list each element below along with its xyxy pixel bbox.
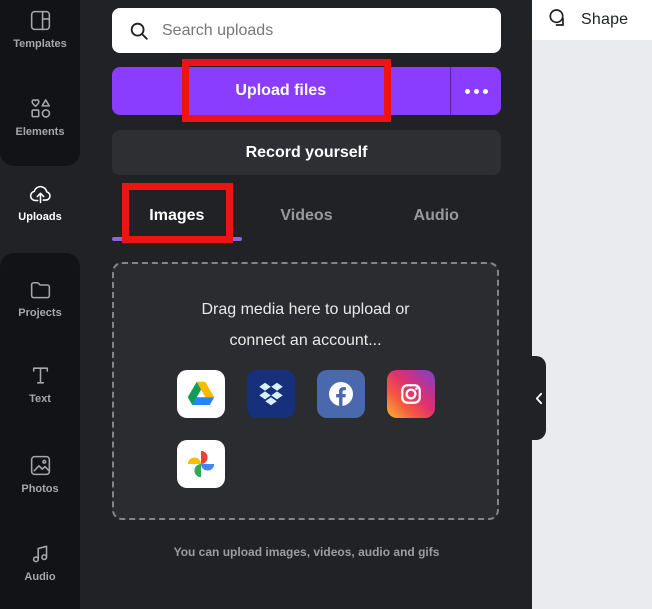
sidebar-item-text[interactable]: Text: [0, 363, 80, 405]
upload-dropzone[interactable]: Drag media here to upload or connect an …: [112, 262, 499, 520]
sidebar-item-label: Templates: [13, 38, 67, 50]
canvas-background: [532, 0, 652, 609]
more-options-button[interactable]: [451, 67, 501, 115]
upload-files-button[interactable]: Upload files: [112, 67, 450, 115]
sidebar-item-label: Uploads: [18, 211, 62, 223]
dropzone-text: Drag media here to upload or connect an …: [201, 301, 410, 349]
uploads-icon: [29, 185, 51, 204]
sidebar-item-audio[interactable]: Audio: [0, 541, 80, 583]
projects-icon: [30, 281, 50, 299]
sidebar-item-photos[interactable]: Photos: [0, 453, 80, 495]
chevron-left-icon: [535, 392, 543, 404]
tab-videos[interactable]: Videos: [242, 190, 372, 241]
record-yourself-button[interactable]: Record yourself: [112, 130, 501, 175]
connect-account-icons: [176, 370, 435, 488]
connect-google-drive-button[interactable]: [176, 370, 225, 418]
google-drive-icon: [187, 381, 214, 405]
connect-google-photos-button[interactable]: [176, 440, 225, 488]
tab-audio[interactable]: Audio: [371, 190, 501, 241]
facebook-icon: [328, 382, 353, 407]
search-box: [112, 8, 501, 53]
search-icon: [130, 22, 148, 40]
sidebar-item-projects[interactable]: Projects: [0, 277, 80, 319]
more-options-icon: [464, 88, 470, 94]
connect-facebook-button[interactable]: [316, 370, 365, 418]
sidebar-item-label: Projects: [18, 307, 62, 319]
sidebar-item-uploads[interactable]: Uploads: [0, 181, 80, 223]
photos-icon: [30, 455, 50, 476]
google-photos-icon: [187, 450, 214, 478]
templates-icon: [30, 10, 50, 31]
instagram-icon: [400, 384, 421, 404]
sidebar-item-label: Text: [29, 393, 51, 405]
dropbox-icon: [258, 382, 283, 406]
sidebar-item-label: Audio: [24, 571, 56, 583]
panel-collapse-handle[interactable]: [532, 356, 546, 440]
connect-dropbox-button[interactable]: [246, 370, 295, 418]
upload-hint-caption: You can upload images, videos, audio and…: [173, 545, 440, 559]
canvas-toolbar-label: Shape: [581, 11, 629, 28]
sidebar-item-label: Photos: [21, 483, 59, 495]
connect-instagram-button[interactable]: [386, 370, 435, 418]
search-input[interactable]: [162, 21, 501, 40]
sidebar-item-elements[interactable]: Elements: [0, 96, 80, 138]
tab-images[interactable]: Images: [112, 190, 242, 241]
upload-bar: Upload files: [112, 67, 501, 115]
shape-tool-icon: [549, 9, 564, 26]
canvas-toolbar-shape[interactable]: Shape: [532, 0, 652, 40]
text-icon: [32, 367, 48, 384]
media-type-tabs: Images Videos Audio: [112, 190, 501, 241]
sidebar-item-label: Elements: [15, 126, 65, 138]
audio-icon: [32, 545, 47, 563]
active-tab-underline: [112, 237, 242, 241]
sidebar-item-templates[interactable]: Templates: [0, 8, 80, 50]
elements-icon: [30, 99, 50, 118]
